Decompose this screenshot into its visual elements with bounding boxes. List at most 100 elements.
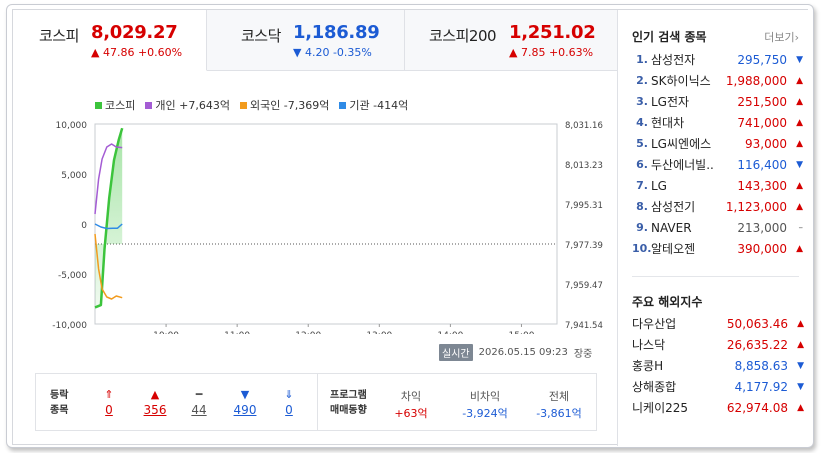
advance-decline-label: 등락 종목 xyxy=(50,388,68,418)
x-tick-label: 12:00 xyxy=(295,331,321,334)
breadth-lower-limit[interactable]: ⇓ 0 xyxy=(274,386,304,417)
breadth-upper-limit[interactable]: ⇑ 0 xyxy=(94,386,124,417)
left-tick-label: -10,000 xyxy=(52,321,87,331)
popular-item[interactable]: 3. LG전자 251,500 ▲ xyxy=(632,91,804,112)
right-tick-label: 8,013.23 xyxy=(565,161,603,171)
stock-name: 현대차 xyxy=(651,116,685,130)
program-head: 비차익 xyxy=(469,390,501,403)
program-trading-label: 프로그램 매매동향 xyxy=(330,388,367,418)
up-arrow-icon: ▲ xyxy=(796,243,803,254)
world-index-item[interactable]: 다우산업 50,063.46 ▲ xyxy=(632,313,804,334)
down-arrow-icon: ▼ xyxy=(796,54,803,65)
up-arrow-icon: ▲ xyxy=(796,75,803,86)
right-tick-label: 8,031.16 xyxy=(565,121,603,131)
legend-swatch xyxy=(339,101,347,109)
index-name: 코스닥 xyxy=(241,27,281,45)
stock-price: 741,000 xyxy=(737,115,787,130)
chart-timestamp: 2026.05.15 09:23 xyxy=(478,347,568,358)
rank: 9. xyxy=(636,221,648,234)
breadth-count: 490 xyxy=(233,403,257,417)
legend-label: 개인 +7,643억 xyxy=(155,99,230,112)
more-link[interactable]: 더보기› xyxy=(764,29,799,45)
legend-foreign[interactable]: 외국인 -7,369억 xyxy=(239,97,329,113)
lower-limit-icon: ⇓ xyxy=(284,388,294,401)
legend-swatch xyxy=(239,101,247,109)
popular-item[interactable]: 5. LG씨엔에스 93,000 ▲ xyxy=(632,133,804,154)
legend-swatch xyxy=(95,101,102,109)
breadth-falling[interactable]: ▼ 490 xyxy=(230,386,260,417)
breadth-count: 0 xyxy=(285,403,293,417)
world-index-price: 4,177.92 xyxy=(734,379,788,394)
rank: 2. xyxy=(636,74,648,87)
world-index-name: 니케이225 xyxy=(632,401,689,415)
up-arrow-icon: ▲ xyxy=(796,180,803,191)
x-tick-label: 11:00 xyxy=(224,331,250,334)
world-index-price: 62,974.08 xyxy=(726,400,788,415)
tab-kospi[interactable]: 코스피 8,029.27 ▲ 47.86 +0.60% xyxy=(13,10,207,71)
stock-name: LG씨엔에스 xyxy=(651,137,712,151)
right-panel: 인기 검색 종목 더보기› 1. 삼성전자 295,750 ▼ 2. SK하이닉스 1,98… xyxy=(617,10,809,446)
legend-swatch xyxy=(145,101,153,109)
world-index-price: 26,635.22 xyxy=(726,337,788,352)
stock-price: 251,500 xyxy=(737,94,787,109)
live-badge: 실시간 xyxy=(439,344,473,361)
rank: 6. xyxy=(636,158,648,171)
popular-header: 인기 검색 종목 더보기› xyxy=(632,28,799,45)
program-total: 전체 -3,861억 xyxy=(524,388,594,421)
tab-kospi200[interactable]: 코스피200 1,251.02 ▲ 7.85 +0.63% xyxy=(405,10,617,71)
x-tick-label: 15:00 xyxy=(508,331,534,334)
index-value: 1,251.02 xyxy=(509,22,596,43)
stock-price: 116,400 xyxy=(737,157,787,172)
breadth-count: 0 xyxy=(105,403,113,417)
popular-item[interactable]: 7. LG 143,300 ▲ xyxy=(632,175,804,196)
program-trading: 프로그램 매매동향 차익 +63억 비차익 -3,924억 전체 -3,861억 xyxy=(318,374,596,430)
popular-item[interactable]: 2. SK하이닉스 1,988,000 ▲ xyxy=(632,70,804,91)
world-index-price: 50,063.46 xyxy=(726,316,788,331)
stock-name: 두산에너빌.. xyxy=(651,158,714,172)
right-tick-label: 7,959.47 xyxy=(565,281,603,291)
popular-item[interactable]: 4. 현대차 741,000 ▲ xyxy=(632,112,804,133)
world-index-item[interactable]: 홍콩H 8,858.63 ▼ xyxy=(632,355,804,376)
rank: 8. xyxy=(636,200,648,213)
chevron-right-icon: › xyxy=(794,30,799,44)
stock-name: 삼성전기 xyxy=(651,200,696,214)
label-line: 매매동향 xyxy=(330,405,367,416)
market-stats: 등락 종목 ⇑ 0 ▲ 356 ━ 44 ▼ 490 ⇓ 0 프로그램 매매동향… xyxy=(35,373,597,431)
stock-name: LG xyxy=(651,178,667,193)
index-name: 코스피200 xyxy=(429,27,497,45)
world-index-item[interactable]: 나스닥 26,635.22 ▲ xyxy=(632,334,804,355)
popular-item[interactable]: 6. 두산에너빌.. 116,400 ▼ xyxy=(632,154,804,175)
up-arrow-icon: ▲ xyxy=(797,318,804,329)
world-index-name: 홍콩H xyxy=(632,359,664,373)
stock-price: 390,000 xyxy=(737,241,787,256)
legend-institution[interactable]: 기관 -414억 xyxy=(339,97,408,113)
breadth-count: 356 xyxy=(143,403,167,417)
popular-item[interactable]: 10. 알테오젠 390,000 ▲ xyxy=(632,238,804,259)
index-value: 1,186.89 xyxy=(293,22,380,43)
tab-kosdaq[interactable]: 코스닥 1,186.89 ▼ 4.20 -0.35% xyxy=(207,10,405,71)
world-header: 주요 해외지수 xyxy=(632,293,702,310)
widget-body: 코스피 8,029.27 ▲ 47.86 +0.60% 코스닥 1,186.89… xyxy=(12,9,809,446)
index-tabs: 코스피 8,029.27 ▲ 47.86 +0.60% 코스닥 1,186.89… xyxy=(13,10,617,71)
world-index-item[interactable]: 상해종합 4,177.92 ▼ xyxy=(632,376,804,397)
x-tick-label: 13:00 xyxy=(366,331,392,334)
stock-name: NAVER xyxy=(651,220,692,235)
program-value: -3,861억 xyxy=(536,407,582,420)
legend-kospi[interactable]: 코스피 xyxy=(95,97,135,113)
popular-title: 인기 검색 종목 xyxy=(632,30,707,44)
popular-item[interactable]: 9. NAVER 213,000– xyxy=(632,217,804,238)
breadth-rising[interactable]: ▲ 356 xyxy=(140,386,170,417)
program-value: +63억 xyxy=(394,407,428,420)
popular-item[interactable]: 1. 삼성전자 295,750 ▼ xyxy=(632,49,804,70)
down-arrow-icon: ▼ xyxy=(797,381,804,392)
index-change: ▼ 4.20 -0.35% xyxy=(293,46,372,59)
breadth-unchanged[interactable]: ━ 44 xyxy=(184,386,214,417)
label-line: 등락 xyxy=(50,390,69,401)
chart-footer: 실시간 2026.05.15 09:23 장중 xyxy=(439,344,592,361)
legend-individual[interactable]: 개인 +7,643억 xyxy=(145,97,230,113)
unchanged-icon: ━ xyxy=(195,388,203,401)
advance-decline: 등락 종목 ⇑ 0 ▲ 356 ━ 44 ▼ 490 ⇓ 0 xyxy=(36,374,318,430)
popular-item[interactable]: 8. 삼성전기 1,123,000 ▲ xyxy=(632,196,804,217)
world-index-item[interactable]: 니케이225 62,974.08 ▲ xyxy=(632,397,804,418)
index-change: ▲ 7.85 +0.63% xyxy=(509,46,594,59)
